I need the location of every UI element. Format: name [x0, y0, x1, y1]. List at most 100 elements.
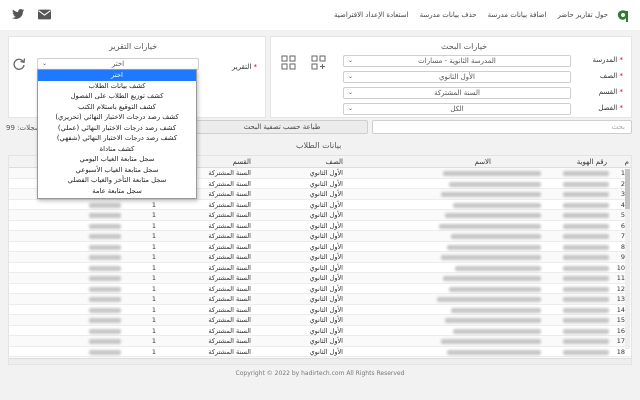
cell-grade: الأول الثانوي [309, 190, 343, 198]
dropdown-option[interactable]: كشف التوقيع باستلام الكتب [38, 102, 196, 113]
cell-id-redacted [563, 347, 609, 358]
table-row[interactable]: 15 الأول الثانوي السنة المشتركة 1 [9, 315, 631, 326]
redacted-id [563, 328, 609, 334]
scroll-thumb[interactable] [625, 169, 630, 209]
dropdown-option[interactable]: كشف بيانات الطلاب [38, 81, 196, 92]
vertical-scrollbar[interactable] [625, 169, 630, 349]
table-row[interactable]: 11 الأول الثانوي السنة المشتركة 1 [9, 273, 631, 284]
dropdown-option[interactable]: كشف رصد درجات الاختبار النهائي (تحريري) [38, 112, 196, 123]
redacted-name [449, 181, 541, 187]
cell-number: 12 [616, 284, 625, 293]
school-label: * المدرسة [592, 56, 623, 64]
cell-name-redacted [449, 284, 541, 295]
dropdown-option[interactable]: كشف مناداة [38, 144, 196, 155]
cell-class: 1 [151, 316, 156, 324]
table-row[interactable]: 13 الأول الثانوي السنة المشتركة 1 [9, 294, 631, 305]
school-select[interactable]: المدرسة الثانوية - مسارات ⌄ [343, 55, 571, 67]
col-header-m[interactable]: م [625, 156, 629, 168]
grid-view-icon[interactable] [281, 55, 297, 71]
grid-add-icon[interactable] [311, 55, 327, 71]
table-row[interactable]: 16 الأول الثانوي السنة المشتركة 1 [9, 326, 631, 337]
cell-id-redacted [563, 273, 609, 284]
cell-name-redacted [447, 242, 541, 253]
cell-id-redacted [563, 242, 609, 253]
cell-extra-redacted [89, 252, 121, 263]
dropdown-option[interactable]: سجل متابعة التأخر والغياب الفصلي [38, 175, 196, 186]
dropdown-option[interactable]: اختر [38, 70, 196, 81]
cell-number: 14 [616, 305, 625, 314]
twitter-icon[interactable] [12, 9, 25, 20]
cell-name-redacted [437, 294, 541, 305]
table-row[interactable]: 4 الأول الثانوي السنة المشتركة 1 [9, 200, 631, 210]
top-nav: حول تقارير حاضر اضافة بيانات مدرسة حذف ب… [334, 11, 608, 19]
table-row[interactable]: 9 الأول الثانوي السنة المشتركة 1 [9, 252, 631, 263]
redacted-id [563, 286, 609, 292]
cell-number: 17 [616, 337, 625, 345]
table-row[interactable]: 17 الأول الثانوي السنة المشتركة 1 [9, 336, 631, 347]
table-row[interactable]: 8 الأول الثانوي السنة المشتركة 1 [9, 242, 631, 253]
nav-about[interactable]: حول تقارير حاضر [557, 11, 608, 19]
table-row[interactable]: 10 الأول الثانوي السنة المشتركة 1 [9, 263, 631, 274]
redacted-id [563, 202, 609, 208]
cell-id-redacted [563, 263, 609, 274]
cell-name-redacted [451, 231, 541, 242]
col-header-id[interactable]: رقم الهوية [577, 156, 607, 168]
class-select[interactable]: الكل ⌄ [343, 103, 571, 115]
cell-grade: الأول الثانوي [309, 253, 343, 261]
table-row[interactable]: 7 الأول الثانوي السنة المشتركة 1 [9, 231, 631, 242]
redacted-extra [89, 286, 121, 292]
cell-id-redacted [563, 179, 609, 190]
nav-restore-defaults[interactable]: استعادة الإعداد الافتراضية [334, 11, 409, 19]
cell-name-redacted [441, 189, 541, 200]
redacted-id [563, 307, 609, 313]
top-bar: حول تقارير حاضر اضافة بيانات مدرسة حذف ب… [0, 0, 640, 30]
col-header-grade[interactable]: الصف [326, 156, 343, 168]
redacted-id [563, 265, 609, 271]
nav-delete-school[interactable]: حذف بيانات مدرسة [420, 11, 477, 19]
cell-grade: الأول الثانوي [309, 337, 343, 345]
dropdown-option[interactable]: كشف رصد درجات الاختبار النهائي (شفهي) [38, 133, 196, 144]
table-row[interactable]: 14 الأول الثانوي السنة المشتركة 1 [9, 305, 631, 315]
cell-extra-redacted [89, 242, 121, 253]
table-row[interactable]: 6 الأول الثانوي السنة المشتركة 1 [9, 221, 631, 231]
cell-class: 1 [151, 242, 156, 251]
redacted-name [451, 234, 541, 239]
dropdown-option[interactable]: كشف توزيع الطلاب على الفصول [38, 91, 196, 102]
cell-class: 1 [151, 337, 156, 345]
cell-grade: الأول الثانوي [309, 263, 343, 272]
logo-icon[interactable] [614, 8, 630, 24]
refresh-icon[interactable] [11, 56, 27, 72]
search-input[interactable]: بحث [372, 120, 632, 134]
cell-section: السنة المشتركة [208, 179, 251, 188]
cell-section: السنة المشتركة [208, 242, 251, 251]
email-icon[interactable] [38, 9, 51, 20]
redacted-name [441, 339, 541, 344]
grade-select[interactable]: الأول الثانوي ⌄ [343, 71, 571, 83]
redacted-name [443, 276, 541, 281]
col-header-section[interactable]: القسم [232, 156, 251, 168]
redacted-extra [89, 276, 121, 281]
dropdown-option[interactable]: سجل متابعة الغياب اليومي [38, 154, 196, 165]
horizontal-scrollbar[interactable] [9, 358, 631, 364]
table-row[interactable]: 5 الأول الثانوي السنة المشتركة 1 [9, 210, 631, 221]
nav-add-school[interactable]: اضافة بيانات مدرسة [488, 11, 547, 19]
cell-class: 1 [151, 347, 156, 356]
records-count: سجلات: 99 [6, 124, 41, 132]
cell-name-redacted [455, 263, 541, 274]
dropdown-option[interactable]: كشف رصد درجات الاختبار النهائي (عملي) [38, 123, 196, 134]
print-filtered-button[interactable]: طباعة حسب تصفية البحث [196, 120, 368, 134]
table-row[interactable]: 18 الأول الثانوي السنة المشتركة 1 [9, 347, 631, 358]
cell-section: السنة المشتركة [208, 253, 251, 261]
redacted-name [447, 244, 541, 250]
cell-grade: الأول الثانوي [309, 347, 343, 356]
cell-id-redacted [563, 231, 609, 242]
table-row[interactable]: 12 الأول الثانوي السنة المشتركة 1 [9, 284, 631, 295]
section-select[interactable]: السنة المشتركة ⌄ [343, 87, 571, 99]
class-label: * الفصل [598, 104, 623, 112]
cell-extra-redacted [89, 326, 121, 337]
redacted-extra [89, 307, 121, 313]
dropdown-option[interactable]: سجل متابعة الغياب الأسبوعي [38, 165, 196, 176]
col-header-name[interactable]: الاسم [475, 156, 491, 168]
dropdown-option[interactable]: سجل متابعة عامة [38, 186, 196, 197]
cell-section: السنة المشتركة [208, 190, 251, 198]
